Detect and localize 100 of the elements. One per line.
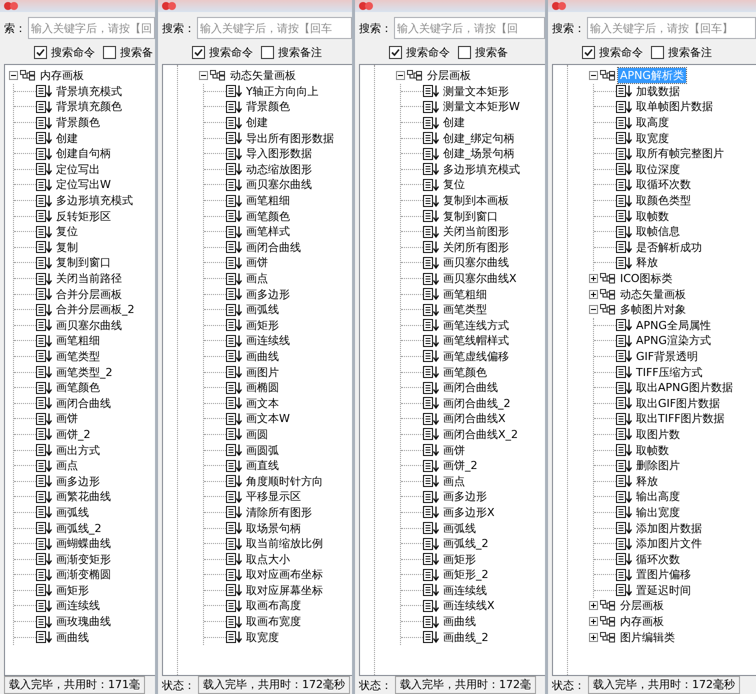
tree-node[interactable]: 内存画板 — [38, 68, 86, 84]
tree-item[interactable]: 画笔样式 — [246, 224, 290, 240]
tree-item[interactable]: GIF背景透明 — [636, 348, 698, 364]
tree-item[interactable]: 画笔粗细 — [443, 286, 487, 302]
tree-item[interactable]: 画弧线_2 — [443, 536, 488, 552]
tree-item[interactable]: 输出高度 — [636, 489, 680, 504]
tree-item[interactable]: 画闭合曲线X_2 — [443, 426, 518, 442]
tree-item[interactable]: 角度顺时针方向 — [246, 474, 323, 489]
tree-item[interactable]: 画笔颜色 — [443, 364, 487, 380]
tree-item[interactable]: 画笔类型_2 — [56, 364, 112, 380]
tree-item[interactable]: 画连续线 — [56, 598, 100, 614]
tree-item[interactable]: 画繁花曲线 — [56, 489, 111, 504]
tree-item[interactable]: 画笔粗细 — [246, 193, 290, 208]
tree-item[interactable]: 画曲线 — [246, 348, 279, 364]
tree-item[interactable]: 画贝塞尔曲线 — [443, 255, 509, 270]
tree-item[interactable]: 创建_绑定句柄 — [443, 130, 514, 146]
tree-item[interactable]: 背景填充模式 — [56, 84, 122, 99]
tree-item[interactable]: 画连续线 — [443, 582, 487, 598]
tree-item[interactable]: 置延迟时间 — [636, 582, 691, 598]
tree-item[interactable]: 测量文本矩形 — [443, 84, 509, 99]
tree-item[interactable]: 背景填充颜色 — [56, 99, 122, 114]
search-field[interactable]: 输入关键字后，请按【回 — [28, 17, 155, 39]
search-field[interactable]: 输入关键字后，请按【回车】 — [587, 17, 756, 39]
tree-item[interactable]: 画圆弧 — [246, 442, 279, 458]
tree-item[interactable]: 复制到窗口 — [56, 255, 111, 270]
tree-item[interactable]: 画文本W — [246, 411, 290, 426]
tree-item[interactable]: 画多边形 — [443, 489, 487, 504]
tree-item[interactable]: 取出APNG图片数据 — [636, 380, 733, 396]
tree-item[interactable]: 画饼 — [56, 411, 78, 426]
checkbox[interactable] — [389, 46, 402, 59]
tree-item[interactable]: 背景颜色 — [246, 99, 290, 114]
tree-item[interactable]: 复位 — [56, 224, 78, 240]
checkbox[interactable] — [34, 46, 47, 59]
tree-item[interactable]: 创建 — [56, 130, 78, 146]
tree-item[interactable]: 取高度 — [636, 115, 669, 130]
collapse-icon[interactable] — [9, 71, 18, 80]
tree-item[interactable]: 画笔颜色 — [246, 208, 290, 224]
tree-item[interactable]: 画贝塞尔曲线X — [443, 271, 517, 286]
tree-item[interactable]: 取画布高度 — [246, 598, 301, 614]
search-field[interactable]: 输入关键字后，请按【回车 — [197, 17, 352, 39]
expand-icon[interactable] — [589, 290, 598, 299]
tree-item[interactable]: 取出TIFF图片数据 — [636, 411, 725, 426]
tree-item[interactable]: 画笔类型 — [443, 302, 487, 318]
tree-item[interactable]: 取画布宽度 — [246, 614, 301, 630]
tree-item[interactable]: 取位深度 — [636, 162, 680, 177]
tree-item[interactable]: 画饼_2 — [56, 426, 90, 442]
expand-icon[interactable] — [589, 274, 598, 284]
tree-item[interactable]: 删除图片 — [636, 458, 680, 474]
tree-item[interactable]: TIFF压缩方式 — [636, 364, 703, 380]
tree-item[interactable]: 画饼 — [246, 255, 268, 270]
tree-item[interactable]: 复制到窗口 — [443, 208, 498, 224]
tree-item[interactable]: 取当前缩放比例 — [246, 536, 323, 552]
tree-item[interactable]: 取帧数 — [636, 208, 669, 224]
tree-item[interactable]: 关闭当前图形 — [443, 224, 509, 240]
collapse-icon[interactable] — [396, 71, 405, 80]
tree-item[interactable]: 取帧信息 — [636, 224, 680, 240]
tree-item[interactable]: 合并分层画板_2 — [56, 302, 134, 318]
tree-item[interactable]: 画文本 — [246, 396, 279, 411]
tree-node[interactable]: 内存画板 — [618, 614, 666, 630]
tree-item[interactable]: 画渐变矩形 — [56, 552, 111, 567]
tree-item[interactable]: 关闭当前路径 — [56, 271, 122, 286]
tree-item[interactable]: 合并分层画板 — [56, 286, 122, 302]
tree-item[interactable]: 画闭合曲线 — [246, 240, 301, 255]
tree-node[interactable]: 多帧图片对象 — [618, 302, 688, 318]
tree-item[interactable]: 多边形填充模式 — [443, 162, 520, 177]
tree-item[interactable]: 添加图片数据 — [636, 520, 702, 536]
tree-item[interactable]: 画闭合曲线 — [443, 380, 498, 396]
tree-item[interactable]: 取场景句柄 — [246, 520, 301, 536]
tree-item[interactable]: 画多边形 — [56, 474, 100, 489]
tree-item[interactable]: 画矩形 — [56, 582, 89, 598]
tree-item[interactable]: 取单帧图片数据 — [636, 99, 713, 114]
tree-item[interactable]: 反转矩形区 — [56, 208, 111, 224]
tree-item[interactable]: 画弧线 — [443, 520, 476, 536]
tree-item[interactable]: 是否解析成功 — [636, 240, 702, 255]
tree-item[interactable]: 取点大小 — [246, 552, 290, 567]
tree-item[interactable]: 取颜色类型 — [636, 193, 691, 208]
tree-item[interactable]: 创建 — [246, 115, 268, 130]
tree-item[interactable]: 导出所有图形数据 — [246, 130, 334, 146]
checkbox[interactable] — [192, 46, 205, 59]
tree-item[interactable]: 画玫瑰曲线 — [56, 614, 111, 630]
tree-item[interactable]: 取宽度 — [636, 130, 669, 146]
tree-item[interactable]: 取对应屏幕坐标 — [246, 582, 323, 598]
tree-item[interactable]: 画出方式 — [56, 442, 100, 458]
tree-item[interactable]: 创建自句柄 — [56, 146, 111, 162]
tree-item[interactable]: 输出宽度 — [636, 504, 680, 520]
collapse-icon[interactable] — [589, 305, 598, 314]
tree-item[interactable]: 取帧数 — [636, 442, 669, 458]
tree-item[interactable]: 加载数据 — [636, 84, 680, 99]
tree-item[interactable]: 取图片数 — [636, 426, 680, 442]
tree-item[interactable]: 画笔粗细 — [56, 333, 100, 348]
tree-item[interactable]: 画点 — [443, 474, 465, 489]
tree-item[interactable]: 画点 — [56, 458, 78, 474]
tree-item[interactable]: Y轴正方向向上 — [246, 84, 319, 99]
checkbox[interactable] — [261, 46, 274, 59]
tree-item[interactable]: 画笔虚线偏移 — [443, 348, 509, 364]
tree-item[interactable]: 画笔颜色 — [56, 380, 100, 396]
tree-item[interactable]: 画笔连线方式 — [443, 318, 509, 333]
tree-node[interactable]: 图片编辑类 — [618, 630, 677, 645]
tree-item[interactable]: 清除所有图形 — [246, 504, 312, 520]
tree-node[interactable]: 动态矢量画板 — [228, 68, 298, 84]
